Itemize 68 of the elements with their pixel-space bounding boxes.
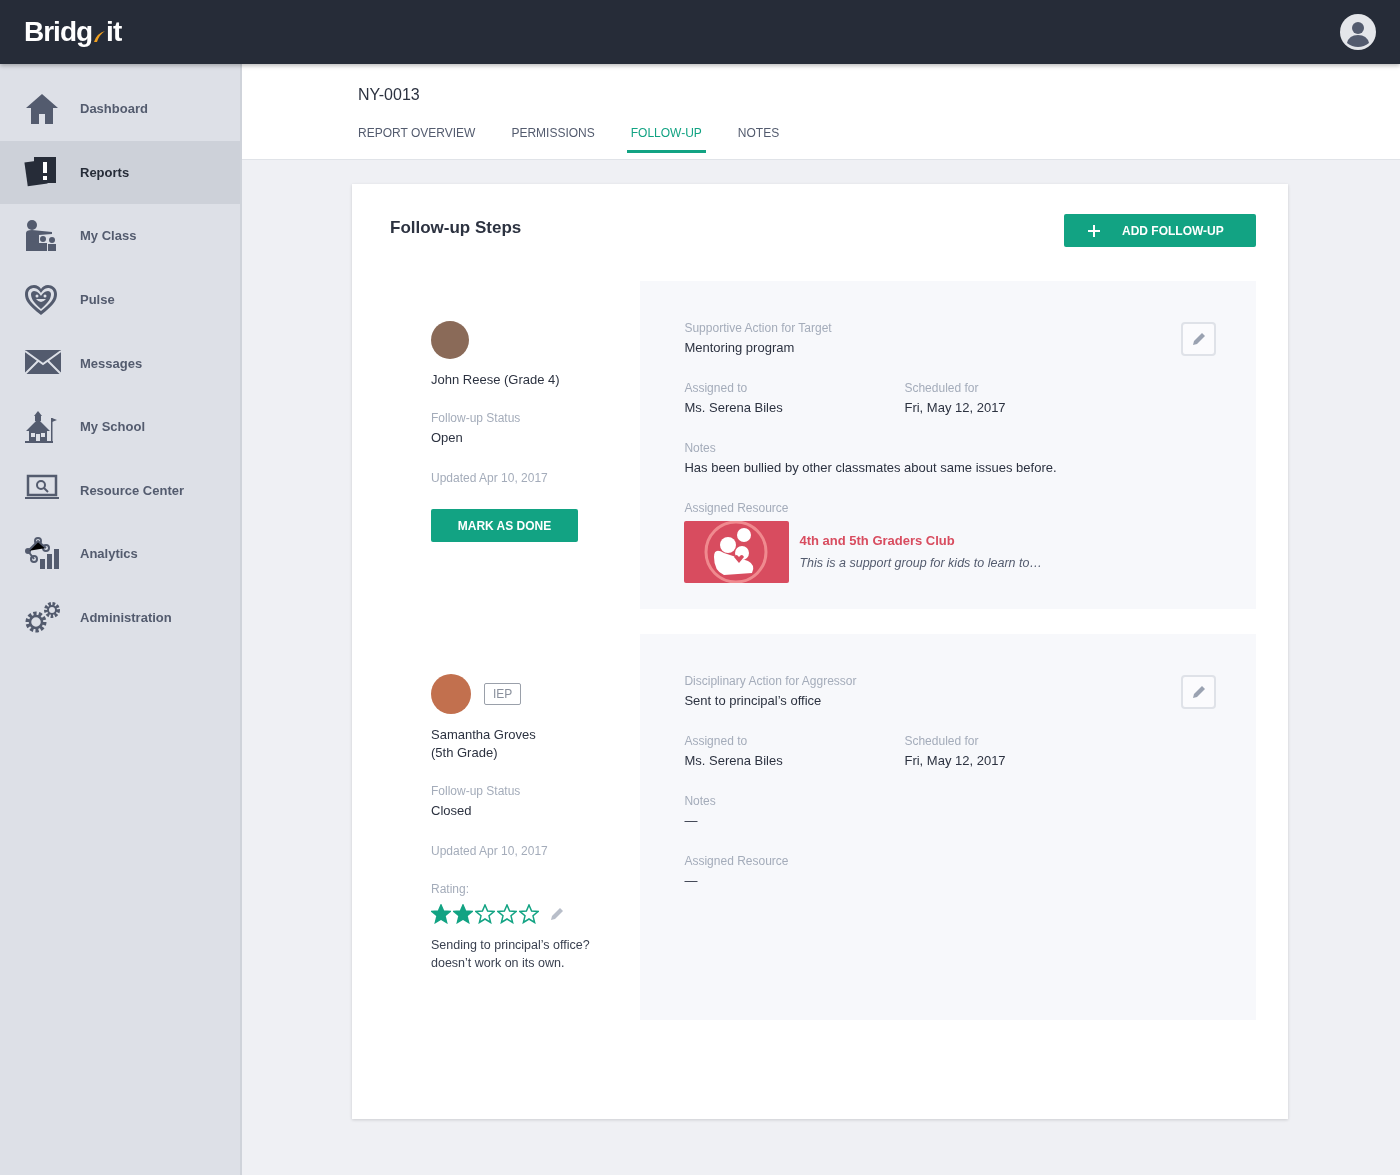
field-label: Scheduled for	[904, 381, 980, 395]
field-label: Assigned Resource	[684, 501, 790, 515]
field-label: Follow-up Status	[431, 784, 522, 798]
sidebar-item[interactable]: Analytics	[0, 522, 240, 586]
tab[interactable]: REPORT OVERVIEW	[354, 126, 480, 153]
edit-button[interactable]	[1181, 322, 1216, 356]
updated-date: Updated Apr 10, 2017	[431, 471, 549, 485]
add-follow-up-button[interactable]: ADD FOLLOW-UP	[1064, 214, 1256, 247]
student-avatar	[431, 321, 469, 359]
student-name: John Reese (Grade 4)	[431, 371, 561, 389]
field-value: Ms. Serena Biles	[684, 400, 784, 415]
gears-icon	[24, 600, 62, 635]
iep-tag: IEP	[484, 683, 522, 705]
tab[interactable]: PERMISSIONS	[507, 126, 599, 153]
rating-label: Rating:	[431, 882, 471, 896]
resource-title[interactable]: 4th and 5th Graders Club	[799, 533, 1042, 548]
field-label: Disciplinary Action for Aggressor	[684, 674, 858, 688]
filled-star-icon	[453, 904, 473, 924]
network-bar-chart-icon	[24, 536, 62, 571]
swoosh-icon	[93, 30, 106, 42]
status-value: Open	[431, 430, 464, 445]
field-label: Notes	[684, 441, 717, 455]
empty-star-icon	[475, 904, 495, 924]
pencil-icon	[549, 906, 565, 922]
tab[interactable]: FOLLOW-UP	[626, 126, 706, 153]
field-label: Assigned to	[684, 734, 749, 748]
rating-comment: Sending to principal’s office? doesn’t work on its own.	[431, 937, 591, 972]
sidebar-item[interactable]: Reports	[0, 140, 240, 205]
empty-star-icon	[519, 904, 539, 924]
report-id: NY-0013	[358, 86, 421, 104]
student-avatar	[431, 674, 471, 714]
field-label: Assigned Resource	[684, 854, 790, 868]
field-label: Assigned to	[684, 381, 749, 395]
student-name: Samantha Groves (5th Grade)	[431, 726, 537, 762]
field-label: Follow-up Status	[431, 411, 522, 425]
pencil-icon	[1190, 684, 1207, 700]
logo: Bridg it	[24, 18, 122, 46]
status-value: Closed	[431, 803, 473, 818]
resource-description: This is a support group for kids to learn to…	[799, 556, 1042, 570]
field-value: Mentoring program	[684, 340, 796, 355]
field-value: —	[684, 873, 699, 888]
section-title: Follow-up Steps	[390, 218, 522, 238]
field-label: Supportive Action for Target	[684, 321, 833, 335]
field-value: Ms. Serena Biles	[684, 753, 784, 768]
field-label: Scheduled for	[904, 734, 980, 748]
sidebar-item[interactable]: My Class	[0, 204, 240, 268]
sidebar-item[interactable]: Messages	[0, 331, 240, 395]
field-value: Fri, May 12, 2017	[904, 753, 1007, 768]
star-rating[interactable]	[431, 904, 539, 924]
mark-as-done-button[interactable]: MARK AS DONE	[431, 509, 578, 542]
tab[interactable]: NOTES	[733, 126, 784, 153]
updated-date: Updated Apr 10, 2017	[431, 844, 549, 858]
sidebar-item[interactable]: My School	[0, 394, 240, 459]
user-avatar-icon	[1340, 14, 1376, 50]
pencil-icon	[1190, 331, 1207, 347]
sidebar-item[interactable]: Administration	[0, 585, 240, 650]
plus-icon	[1088, 224, 1100, 237]
field-label: Notes	[684, 794, 717, 808]
field-value: Sent to principal’s office	[684, 693, 823, 708]
edit-button[interactable]	[1181, 675, 1216, 709]
sidebar-item[interactable]: Dashboard	[0, 77, 240, 141]
filled-star-icon	[431, 904, 451, 924]
field-value: Has been bullied by other classmates about same issues before.	[684, 460, 1058, 475]
field-value: Fri, May 12, 2017	[904, 400, 1007, 415]
sidebar-item[interactable]: Pulse	[0, 267, 240, 332]
field-value: —	[684, 813, 699, 828]
empty-star-icon	[497, 904, 517, 924]
sidebar-item[interactable]: Resource Center	[0, 458, 240, 523]
